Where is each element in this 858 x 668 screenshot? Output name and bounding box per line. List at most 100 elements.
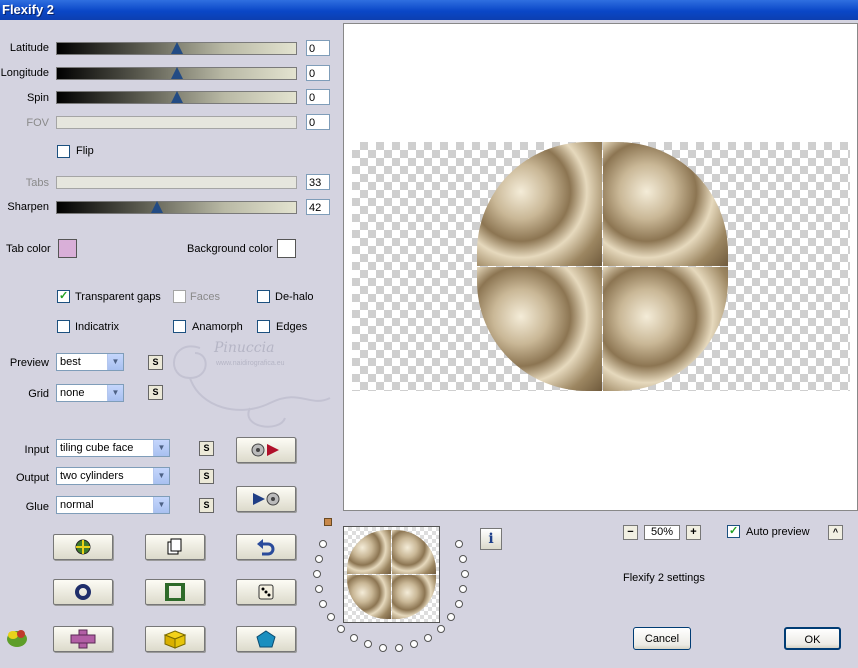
petal-top-right	[603, 142, 728, 266]
collapse-button[interactable]: ^	[828, 525, 843, 540]
dial-dot[interactable]	[379, 643, 388, 652]
sharpen-field[interactable]: 42	[306, 199, 330, 215]
randomize-globe-button[interactable]	[53, 534, 113, 560]
chevron-down-icon: ▼	[107, 385, 123, 401]
dial-dot[interactable]	[459, 585, 468, 594]
frame-button[interactable]	[145, 579, 205, 605]
globe-icon	[75, 539, 91, 555]
dial-dot[interactable]	[454, 600, 463, 609]
chevron-down-icon: ▼	[107, 354, 123, 370]
dial-dot[interactable]	[409, 640, 418, 649]
transparent-gaps-checkbox[interactable]: ✓	[57, 290, 70, 303]
dial-dot[interactable]	[436, 624, 445, 633]
dial-dot[interactable]	[394, 643, 403, 652]
petal-bottom-left	[477, 267, 602, 391]
window-title: Flexify 2	[2, 2, 55, 17]
glue-select[interactable]: normal ▼	[56, 496, 170, 514]
longitude-slider[interactable]	[56, 67, 297, 80]
indicatrix-checkbox[interactable]	[57, 320, 70, 333]
sharpen-label: Sharpen	[7, 201, 49, 213]
grid-select[interactable]: none ▼	[56, 384, 124, 402]
spin-field[interactable]: 0	[306, 89, 330, 105]
pentagon-icon	[256, 630, 276, 648]
navigator-thumbnail[interactable]	[343, 526, 440, 623]
play-back-button[interactable]	[236, 486, 296, 512]
navigator-anchor[interactable]	[324, 518, 332, 526]
info-button[interactable]: i	[480, 528, 502, 550]
flip-checkbox[interactable]	[57, 145, 70, 158]
output-s-button[interactable]: S	[199, 469, 214, 484]
de-halo-label: De-halo	[275, 291, 314, 303]
cross-button[interactable]	[53, 626, 113, 652]
dial-dot[interactable]	[337, 624, 346, 633]
background-color-label: Background color	[187, 243, 273, 255]
preview-s-button[interactable]: S	[148, 355, 163, 370]
sharpen-thumb[interactable]	[151, 201, 164, 213]
dice-icon	[258, 584, 274, 600]
fov-label: FOV	[26, 117, 49, 129]
check-icon: ✓	[59, 290, 69, 302]
dial-dot[interactable]	[327, 613, 336, 622]
dial-dot[interactable]	[313, 570, 321, 578]
dial-dot[interactable]	[350, 634, 358, 643]
dial-dot[interactable]	[364, 640, 373, 649]
glue-s-button[interactable]: S	[199, 498, 214, 513]
undo-button[interactable]	[236, 534, 296, 560]
zoom-in-button[interactable]: +	[686, 525, 701, 540]
cancel-button[interactable]: Cancel	[633, 627, 691, 650]
latitude-field[interactable]: 0	[306, 40, 330, 56]
grid-value: none	[60, 387, 85, 399]
preview-select[interactable]: best ▼	[56, 353, 124, 371]
dial-dot[interactable]	[314, 585, 323, 594]
pentagon-button[interactable]	[236, 626, 296, 652]
preview-canvas[interactable]	[343, 23, 858, 511]
dial-dot[interactable]	[454, 539, 463, 548]
dial-dot[interactable]	[461, 570, 469, 578]
chevron-down-icon: ▼	[153, 497, 169, 513]
de-halo-checkbox[interactable]	[257, 290, 270, 303]
undo-icon	[257, 539, 275, 556]
grid-s-button[interactable]: S	[148, 385, 163, 400]
auto-preview-checkbox[interactable]: ✓	[727, 525, 740, 538]
auto-preview-label: Auto preview	[746, 526, 810, 538]
fov-slider	[56, 116, 297, 129]
output-select[interactable]: two cylinders ▼	[56, 467, 170, 485]
fov-field[interactable]: 0	[306, 114, 330, 130]
dial-dot[interactable]	[459, 554, 468, 563]
tabs-field[interactable]: 33	[306, 174, 330, 190]
ok-button[interactable]: OK	[784, 627, 841, 650]
transparent-gaps-label: Transparent gaps	[75, 291, 161, 303]
spin-thumb[interactable]	[170, 91, 183, 103]
petal-bottom-right	[603, 267, 728, 391]
latitude-thumb[interactable]	[170, 42, 183, 54]
longitude-thumb[interactable]	[170, 67, 183, 79]
tab-color-label: Tab color	[6, 243, 51, 255]
play-forward-button[interactable]	[236, 437, 296, 463]
tab-color-swatch[interactable]	[58, 239, 77, 258]
background-color-swatch[interactable]	[277, 239, 296, 258]
input-s-button[interactable]: S	[199, 441, 214, 456]
sharpen-slider[interactable]	[56, 201, 297, 214]
watermark-site: www.naidirografica.eu	[216, 360, 285, 367]
app-logo-icon	[5, 626, 29, 651]
cube-button[interactable]	[145, 626, 205, 652]
disc-back-icon	[253, 492, 280, 506]
dial-dot[interactable]	[314, 554, 323, 563]
spin-slider[interactable]	[56, 91, 297, 104]
zoom-out-button[interactable]: −	[623, 525, 638, 540]
glue-value: normal	[60, 499, 94, 511]
longitude-field[interactable]: 0	[306, 65, 330, 81]
ring-button[interactable]	[53, 579, 113, 605]
faces-label: Faces	[190, 291, 220, 303]
latitude-slider[interactable]	[56, 42, 297, 55]
random-dice-button[interactable]	[236, 579, 296, 605]
glue-label: Glue	[25, 501, 49, 513]
input-select[interactable]: tiling cube face ▼	[56, 439, 170, 457]
dial-dot[interactable]	[319, 600, 328, 609]
dial-dot[interactable]	[319, 539, 328, 548]
dial-dot[interactable]	[446, 613, 455, 622]
copy-button[interactable]	[145, 534, 205, 560]
dial-dot[interactable]	[424, 634, 432, 643]
petal-top-left	[477, 142, 602, 266]
output-value: two cylinders	[60, 470, 124, 482]
